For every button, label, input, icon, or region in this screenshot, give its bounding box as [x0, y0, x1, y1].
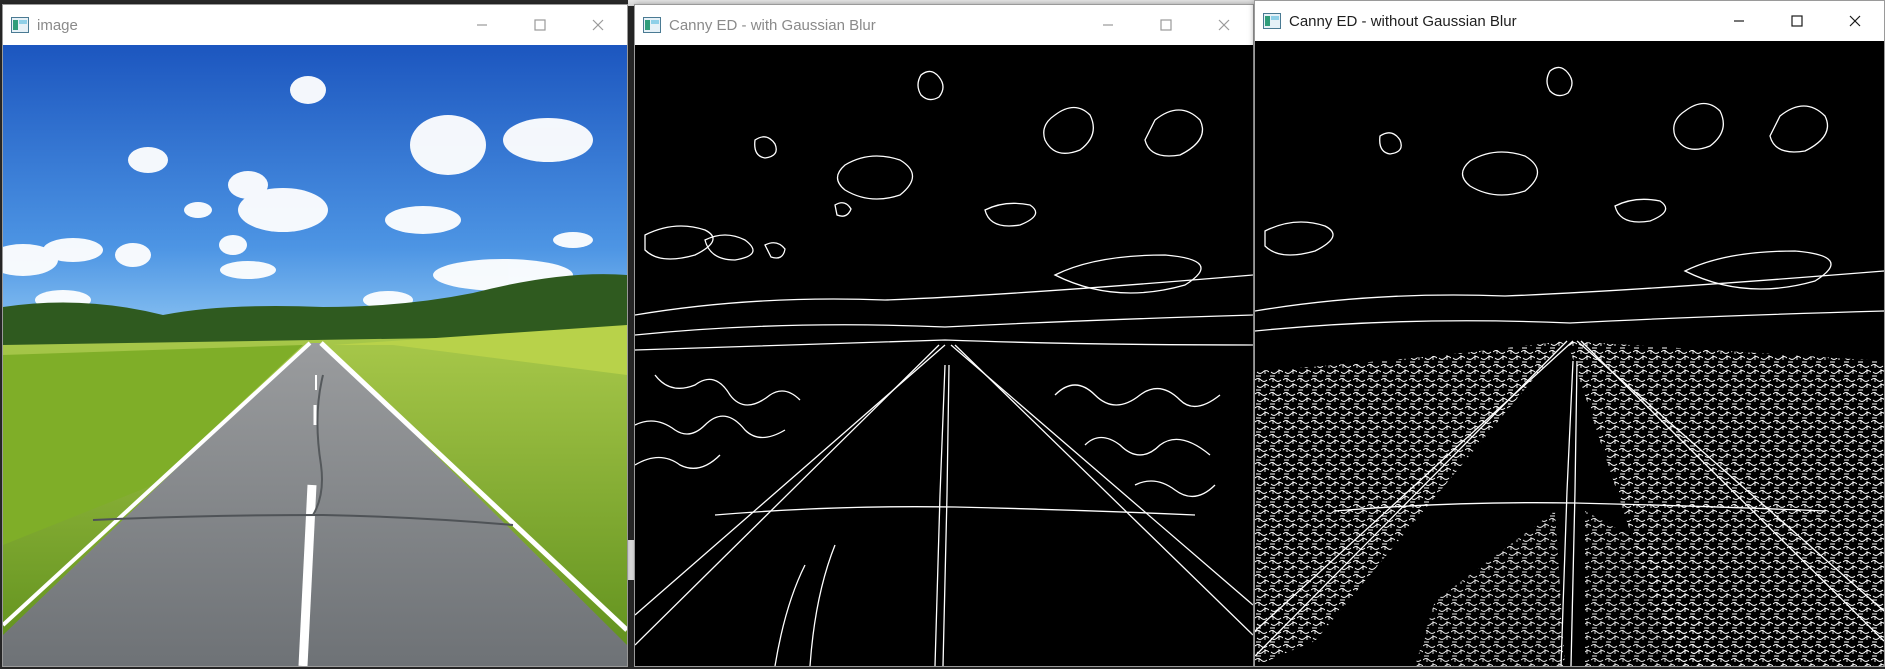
app-icon: [1263, 13, 1281, 29]
minimize-button[interactable]: [1079, 5, 1137, 45]
close-button[interactable]: [1826, 1, 1884, 41]
image-canvas: [3, 45, 627, 666]
maximize-button[interactable]: [1768, 1, 1826, 41]
maximize-icon: [1160, 19, 1172, 31]
close-icon: [592, 19, 604, 31]
road-landscape-photo: [3, 45, 627, 666]
maximize-button[interactable]: [511, 5, 569, 45]
window-original-image[interactable]: image: [2, 4, 628, 667]
minimize-icon: [477, 24, 487, 26]
window-canny-with-blur[interactable]: Canny ED - with Gaussian Blur: [634, 4, 1254, 667]
edge-canvas-unblurred: [1255, 41, 1884, 666]
app-icon: [11, 17, 29, 33]
window-title: Canny ED - with Gaussian Blur: [669, 16, 876, 34]
titlebar[interactable]: Canny ED - without Gaussian Blur: [1255, 1, 1884, 41]
edge-canvas-blurred: [635, 45, 1253, 666]
minimize-button[interactable]: [453, 5, 511, 45]
titlebar[interactable]: image: [3, 5, 627, 45]
maximize-icon: [1791, 15, 1803, 27]
window-canny-without-blur[interactable]: Canny ED - without Gaussian Blur: [1254, 0, 1885, 667]
maximize-button[interactable]: [1137, 5, 1195, 45]
close-icon: [1218, 19, 1230, 31]
edge-map-blurred: [635, 45, 1253, 666]
titlebar[interactable]: Canny ED - with Gaussian Blur: [635, 5, 1253, 45]
close-icon: [1849, 15, 1861, 27]
minimize-icon: [1734, 20, 1744, 22]
window-title: image: [37, 16, 78, 34]
window-title: Canny ED - without Gaussian Blur: [1289, 12, 1517, 30]
close-button[interactable]: [1195, 5, 1253, 45]
minimize-button[interactable]: [1710, 1, 1768, 41]
minimize-icon: [1103, 24, 1113, 26]
app-icon: [643, 17, 661, 33]
close-button[interactable]: [569, 5, 627, 45]
edge-map-unblurred: [1255, 41, 1884, 666]
maximize-icon: [534, 19, 546, 31]
